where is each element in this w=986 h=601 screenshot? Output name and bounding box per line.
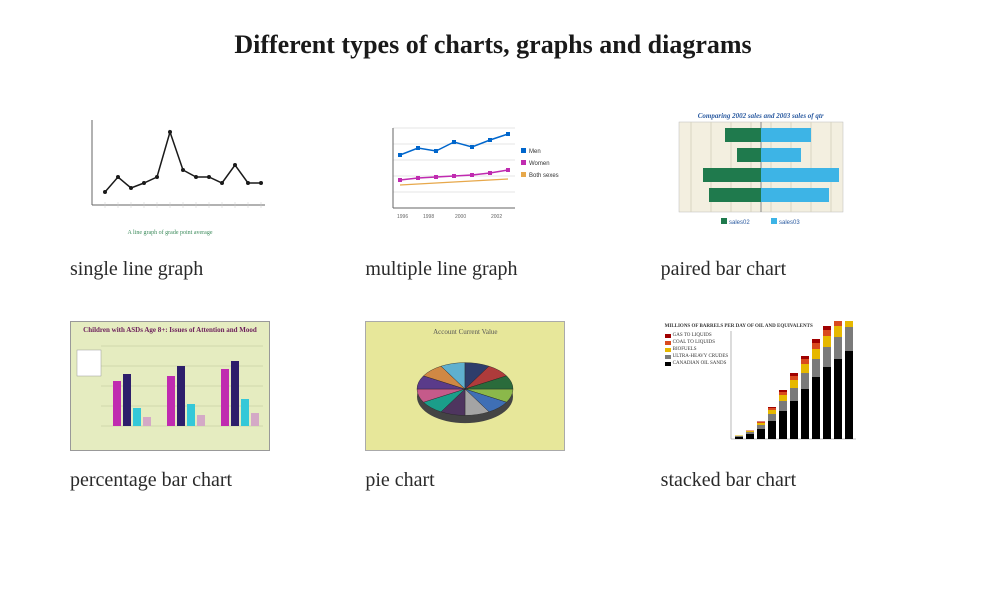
svg-text:1998: 1998 — [423, 214, 434, 220]
legend-men: Men — [529, 149, 541, 155]
stacked-bar-legend: MILLIONS OF BARRELS PER DAY OF OIL AND E… — [665, 323, 813, 367]
chart-cell-stacked-bar: MILLIONS OF BARRELS PER DAY OF OIL AND E… — [661, 321, 916, 492]
paired-bar-svg: sales02 sales03 — [661, 120, 861, 230]
chart-grid: A line graph of grade point average sing… — [30, 110, 956, 492]
pie-svg — [366, 334, 564, 444]
thumb-pie: Account Current Value — [365, 321, 565, 451]
caption-stacked-bar: stacked bar chart — [661, 469, 916, 492]
chart-cell-multi-line: Men Women Both sexes 1996 1998 2000 2002 mu… — [365, 110, 620, 281]
thumb-paired-bar: Comparing 2002 sales and 2003 sales of q… — [661, 110, 861, 240]
caption-paired-bar: paired bar chart — [661, 258, 916, 281]
multi-line-svg: Men Women Both sexes 1996 1998 2000 2002 — [365, 110, 565, 240]
thumb-percentage-bar: Children with ASDs Age 8+: Issues of Att… — [70, 321, 270, 451]
svg-text:2000: 2000 — [455, 214, 466, 220]
paired-bar-title: Comparing 2002 sales and 2003 sales of q… — [661, 112, 861, 120]
thumb-stacked-bar: MILLIONS OF BARRELS PER DAY OF OIL AND E… — [661, 321, 861, 451]
single-line-footer: A line graph of grade point average — [70, 230, 270, 236]
chart-cell-percentage-bar: Children with ASDs Age 8+: Issues of Att… — [70, 321, 325, 492]
page-title: Different types of charts, graphs and di… — [30, 30, 956, 60]
single-line-svg — [70, 110, 270, 220]
chart-cell-pie: Account Current Value — [365, 321, 620, 492]
svg-text:1996: 1996 — [397, 214, 408, 220]
caption-single-line: single line graph — [70, 258, 325, 281]
thumb-single-line: A line graph of grade point average — [70, 110, 270, 240]
caption-percentage-bar: percentage bar chart — [70, 469, 325, 492]
legend-women: Women — [529, 161, 550, 167]
svg-text:2002: 2002 — [491, 214, 502, 220]
caption-multi-line: multiple line graph — [365, 258, 620, 281]
chart-cell-single-line: A line graph of grade point average sing… — [70, 110, 325, 281]
legend-sales03: sales03 — [779, 220, 800, 226]
percentage-bar-svg — [71, 336, 269, 448]
legend-both: Both sexes — [529, 173, 559, 179]
legend-sales02: sales02 — [729, 220, 750, 226]
percentage-bar-title: Children with ASDs Age 8+: Issues of Att… — [71, 326, 269, 334]
chart-cell-paired-bar: Comparing 2002 sales and 2003 sales of q… — [661, 110, 916, 281]
pie-title: Account Current Value — [366, 328, 564, 336]
caption-pie: pie chart — [365, 469, 620, 492]
thumb-multi-line: Men Women Both sexes 1996 1998 2000 2002 — [365, 110, 565, 240]
